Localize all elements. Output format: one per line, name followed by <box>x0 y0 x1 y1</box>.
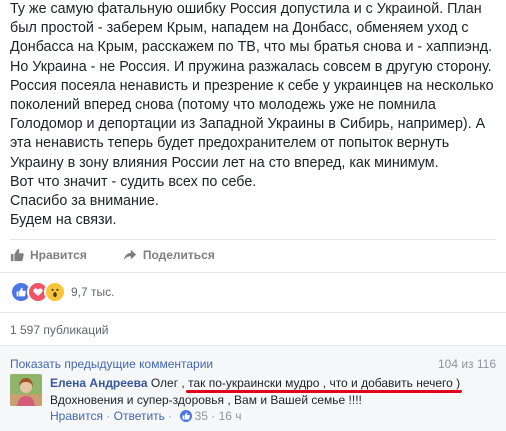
post-line: Вот что значит - судить всех по себе. <box>10 173 257 190</box>
comment-timestamp[interactable]: 16 ч <box>219 409 242 423</box>
share-label: Поделиться <box>142 248 215 262</box>
divider <box>0 312 506 313</box>
divider <box>10 239 496 240</box>
comment-text: Вдохновения и супер-здоровья , Вам и Ваш… <box>50 393 362 407</box>
like-label: Нравится <box>30 248 87 262</box>
wow-reaction-icon <box>44 281 66 303</box>
share-icon <box>123 249 136 261</box>
post-line: Ту же самую фатальную ошибку Россия допу… <box>10 1 482 17</box>
comment-like-count[interactable]: 35 <box>195 409 208 423</box>
post-line: Будем на связи. <box>10 212 117 229</box>
comment-footer: Нравится · Ответить · 35 · 16 ч <box>50 409 242 423</box>
post-text: Ту же самую фатальную ошибку Россия допу… <box>10 0 500 230</box>
share-button[interactable]: Поделиться <box>123 248 215 262</box>
separator-dot: · <box>102 409 114 423</box>
comment-pagination-count: 104 из 116 <box>437 357 496 371</box>
post-line: Украину в зону влияния России лет на сто… <box>10 154 439 171</box>
avatar[interactable] <box>10 374 42 406</box>
post-line: Россия посеяла ненависть и презрение к с… <box>10 77 494 94</box>
separator-dot: · <box>207 409 219 423</box>
show-previous-comments-link[interactable]: Показать предыдущие комментарии <box>10 357 213 371</box>
thumbs-up-icon <box>179 410 192 422</box>
comment-first-line: Елена Андреева Олег , так по-украински м… <box>50 376 460 390</box>
thumbs-up-icon <box>10 248 24 262</box>
comment-text: Олег , так по-украински мудро , что и до… <box>150 376 461 390</box>
comment-author-link[interactable]: Елена Андреева <box>50 376 148 390</box>
reaction-count: 9,7 тыс. <box>71 285 115 299</box>
post-line: поколений вперед снова (потому что молод… <box>10 97 436 114</box>
post-line: Но Украина - не Россия. И пружина разжал… <box>10 58 492 75</box>
comment-reply-link[interactable]: Ответить <box>114 409 165 423</box>
post-line: Голодомор и депортации из Западной Украи… <box>10 116 486 133</box>
post-line: эта ненависть теперь будет предохранител… <box>10 135 450 152</box>
comment-like-link[interactable]: Нравится <box>50 409 103 423</box>
post-line: был простой - заберем Крым, нападем на Д… <box>10 20 469 37</box>
like-button[interactable]: Нравится <box>10 248 87 262</box>
separator-dot: · <box>164 409 176 423</box>
divider <box>0 345 506 346</box>
post-line: Спасибо за внимание. <box>10 193 159 210</box>
reactions-summary[interactable]: 9,7 тыс. <box>10 281 114 303</box>
post-actions: Нравится Поделиться <box>10 246 251 264</box>
post-line: Донбасса на Крым, расскажем по ТВ, что м… <box>10 39 493 56</box>
divider <box>0 272 506 273</box>
shares-count[interactable]: 1 597 публикаций <box>10 323 109 337</box>
